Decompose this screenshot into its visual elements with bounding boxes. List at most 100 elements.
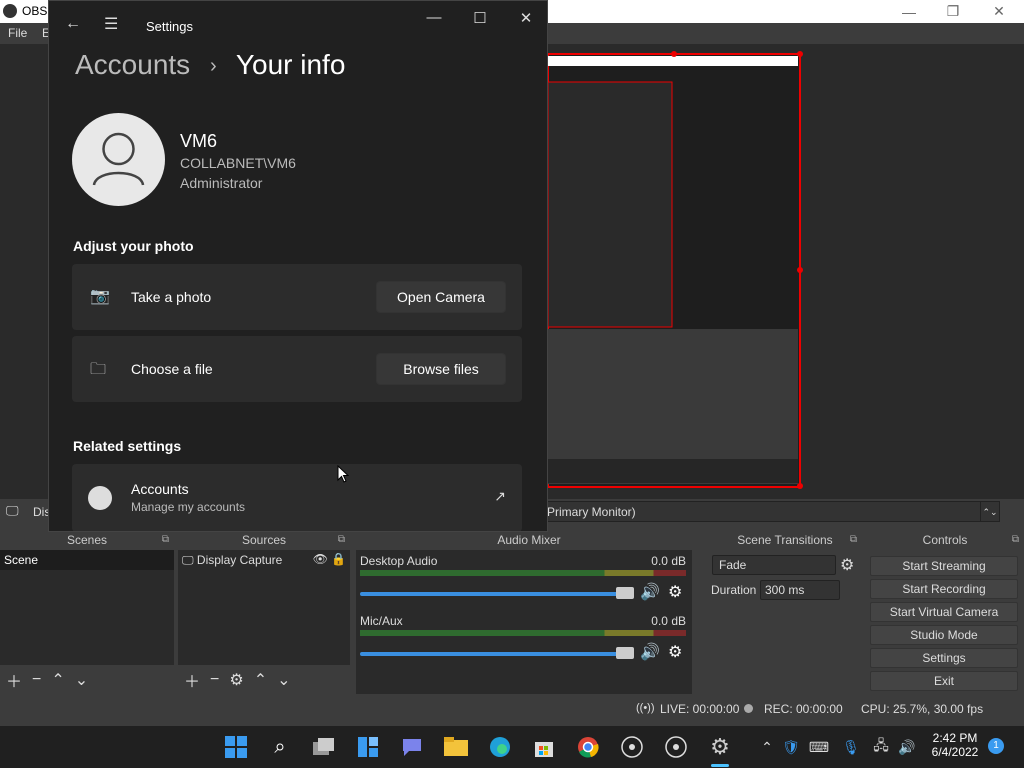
cpu-stats: CPU: 25.7%, 30.00 fps: [861, 702, 984, 716]
edge-icon[interactable]: [485, 732, 515, 762]
start-virtual-camera-button[interactable]: Start Virtual Camera: [870, 602, 1018, 622]
gear-icon[interactable]: ⚙: [229, 670, 243, 690]
sources-list[interactable]: 🖵 Display Capture 👁 🔒: [178, 550, 350, 665]
close-button[interactable]: ✕: [511, 9, 541, 29]
add-icon[interactable]: ＋: [184, 668, 200, 692]
move-up-icon[interactable]: ⌃: [51, 670, 64, 690]
eye-icon[interactable]: 👁: [313, 552, 328, 566]
clock-date: 6/4/2022: [931, 745, 979, 759]
microphone-icon[interactable]: 🎙: [836, 732, 866, 762]
remove-icon[interactable]: −: [32, 671, 41, 689]
task-view-icon[interactable]: [309, 732, 339, 762]
mixer-header: Audio Mixer: [497, 533, 561, 547]
maximize-button[interactable]: ☐: [465, 9, 495, 29]
notification-badge[interactable]: 1: [988, 738, 1004, 754]
studio-mode-button[interactable]: Studio Mode: [870, 625, 1018, 645]
accounts-link-card[interactable]: Accounts Manage my accounts ↗: [72, 464, 522, 531]
audio-mixer-dock: Audio Mixer Desktop Audio 0.0 dB 🔊 ⚙ Mic…: [354, 531, 704, 694]
settings-button[interactable]: Settings: [870, 648, 1018, 668]
gear-icon[interactable]: ⚙: [668, 582, 682, 602]
source-property-combo[interactable]: Primary Monitor): [540, 501, 1000, 522]
move-down-icon[interactable]: ⌄: [75, 670, 88, 690]
volume-icon[interactable]: 🔊: [892, 732, 922, 762]
scenes-dock: Scenes ⧉ Scene ＋ − ⌃ ⌄: [0, 531, 174, 694]
start-streaming-button[interactable]: Start Streaming: [870, 556, 1018, 576]
minimize-button[interactable]: —: [886, 0, 932, 23]
clock-time: 2:42 PM: [932, 731, 978, 745]
obs-icon[interactable]: [661, 732, 691, 762]
list-item[interactable]: 🖵 Display Capture 👁 🔒: [178, 550, 350, 570]
transition-select[interactable]: Fade: [712, 555, 836, 575]
defender-icon[interactable]: 🛡: [776, 732, 806, 762]
sources-dock: Sources ⧉ 🖵 Display Capture 👁 🔒 ＋ − ⚙ ⌃ ⌄: [178, 531, 350, 694]
volume-meter: [360, 630, 686, 636]
monitor-icon: 🖵: [182, 553, 194, 567]
slider-handle[interactable]: [616, 647, 634, 659]
open-camera-button[interactable]: Open Camera: [376, 281, 506, 313]
keyboard-icon[interactable]: ⌨: [804, 732, 834, 762]
mixer-channel: Mic/Aux 0.0 dB 🔊 ⚙: [360, 614, 686, 661]
speaker-icon[interactable]: 🔊: [640, 582, 660, 602]
mixer-channel: Desktop Audio 0.0 dB 🔊 ⚙: [360, 554, 686, 601]
file-explorer-icon[interactable]: [441, 732, 471, 762]
menu-file[interactable]: File: [8, 26, 27, 40]
float-icon: ⧉: [849, 534, 857, 545]
volume-slider[interactable]: [360, 652, 630, 656]
widgets-icon[interactable]: [353, 732, 383, 762]
duration-input[interactable]: 300 ms: [760, 580, 840, 600]
obs-logo-icon: [3, 4, 17, 18]
combo-arrow-icon[interactable]: ⌃⌄: [980, 501, 1000, 522]
start-recording-button[interactable]: Start Recording: [870, 579, 1018, 599]
clock[interactable]: 2:42 PM 6/4/2022: [928, 731, 982, 759]
transitions-header: Scene Transitions ⧉: [737, 533, 857, 547]
move-up-icon[interactable]: ⌃: [254, 670, 267, 690]
exit-button[interactable]: Exit: [870, 671, 1018, 691]
controls-header: Controls ⧉: [922, 533, 1019, 547]
search-icon[interactable]: ⌕: [265, 732, 295, 762]
slider-handle[interactable]: [616, 587, 634, 599]
sources-header: Sources ⧉: [241, 533, 345, 547]
back-arrow-icon[interactable]: ←: [65, 15, 81, 33]
monitor-icon: 🖵: [6, 503, 19, 518]
store-icon[interactable]: [529, 732, 559, 762]
add-icon[interactable]: ＋: [6, 668, 22, 692]
channel-db: 0.0 dB: [651, 614, 686, 628]
hamburger-menu-icon[interactable]: ☰: [104, 14, 118, 34]
start-icon[interactable]: [221, 732, 251, 762]
external-link-icon: ↗: [494, 488, 506, 504]
gear-icon[interactable]: ⚙: [840, 555, 854, 575]
breadcrumb-parent[interactable]: Accounts: [75, 49, 190, 80]
person-icon: [88, 486, 112, 510]
scenes-list[interactable]: Scene: [0, 550, 174, 665]
gear-icon[interactable]: ⚙: [668, 642, 682, 662]
folder-icon: 🗀: [90, 361, 107, 378]
lock-icon[interactable]: 🔒: [331, 552, 346, 566]
maximize-button[interactable]: ❐: [930, 0, 976, 23]
take-photo-label: Take a photo: [131, 289, 212, 305]
camera-icon: 📷: [90, 288, 110, 305]
rec-icon: [744, 704, 753, 713]
preview-nested-frame: [547, 81, 673, 328]
choose-file-label: Choose a file: [131, 361, 213, 377]
close-button[interactable]: ✕: [976, 0, 1022, 23]
scene-transitions-dock: Scene Transitions ⧉ Fade ⚙ Duration 300 m…: [708, 531, 862, 694]
volume-meter: [360, 570, 686, 576]
browse-files-button[interactable]: Browse files: [376, 353, 506, 385]
move-down-icon[interactable]: ⌄: [277, 670, 290, 690]
volume-slider[interactable]: [360, 592, 630, 596]
minimize-button[interactable]: —: [419, 9, 449, 29]
active-indicator: [711, 764, 729, 767]
live-icon: ((•)): [636, 702, 655, 714]
settings-window: ← ☰ Settings — ☐ ✕ Accounts › Your info …: [48, 0, 548, 532]
remove-icon[interactable]: −: [210, 671, 219, 689]
taskbar: ⌕ ⚙ ⌃ 🛡 ⌨ 🎙 🖧 🔊 2:42 PM 6/4/2022 1: [0, 726, 1024, 768]
take-photo-card: 📷 Take a photo Open Camera: [72, 264, 522, 330]
list-item[interactable]: Scene: [0, 550, 174, 570]
chrome-icon[interactable]: [573, 732, 603, 762]
mouse-cursor-icon: [337, 465, 349, 483]
settings-gear-icon[interactable]: ⚙: [705, 732, 735, 762]
teams-chat-icon[interactable]: [397, 732, 427, 762]
float-icon: ⧉: [161, 534, 169, 545]
speaker-icon[interactable]: 🔊: [640, 642, 660, 662]
obs-icon[interactable]: [617, 732, 647, 762]
